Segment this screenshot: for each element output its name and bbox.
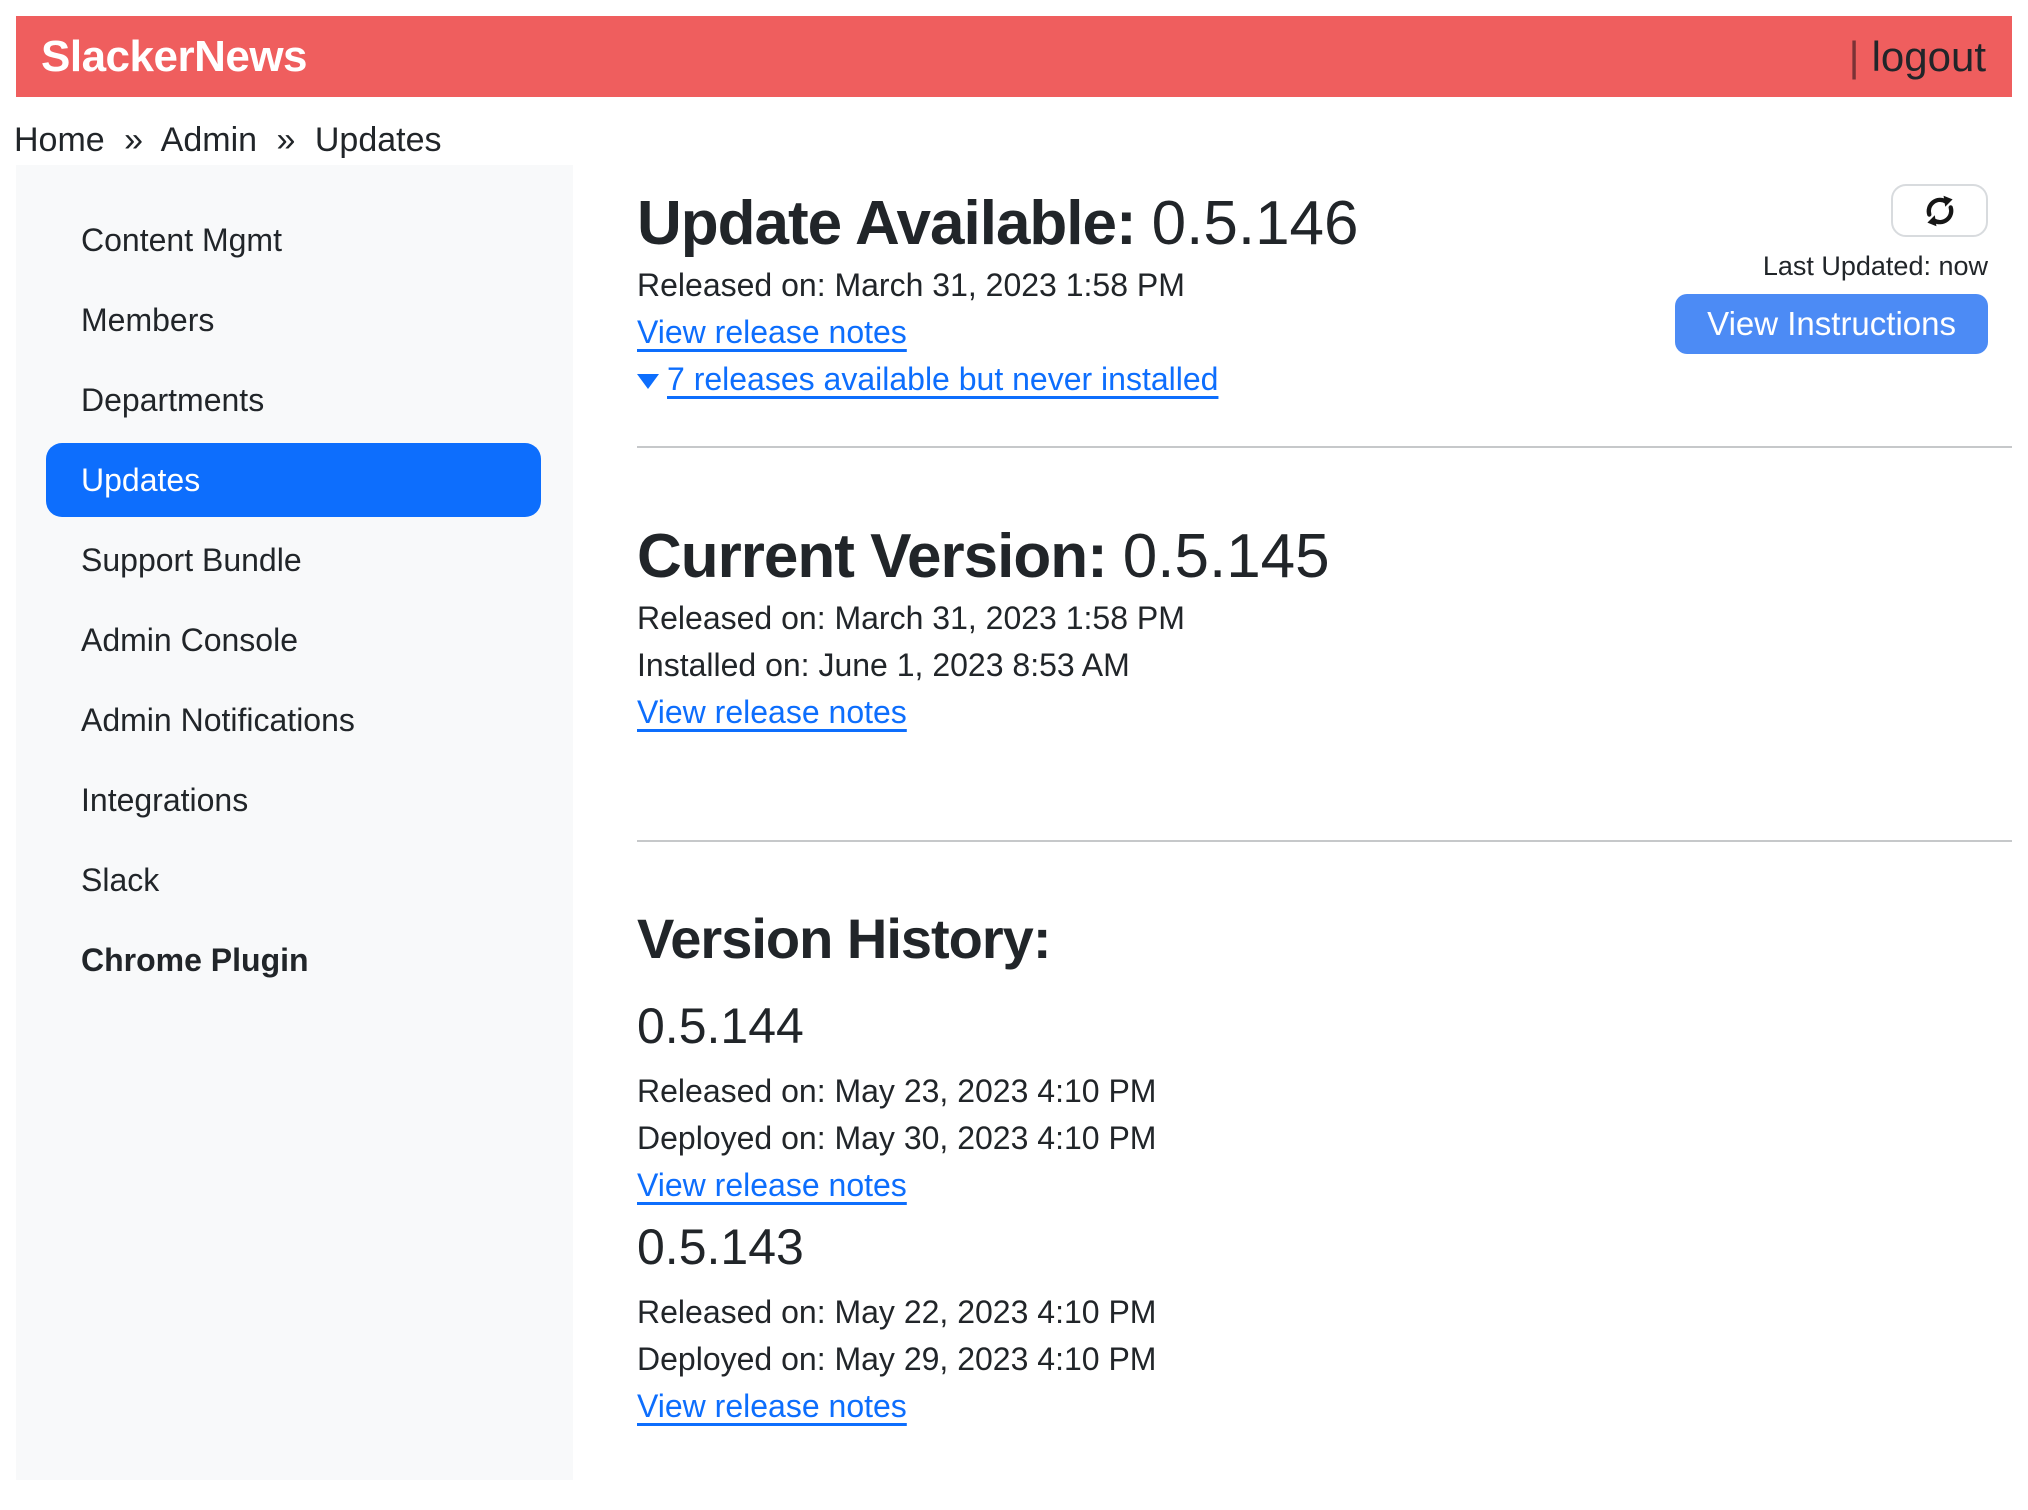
breadcrumb-admin[interactable]: Admin (161, 121, 257, 159)
update-release-notes-link[interactable]: View release notes (637, 309, 907, 356)
sidebar-item-label: Support Bundle (81, 542, 302, 579)
refresh-button[interactable] (1891, 184, 1988, 237)
version-history-entry: 0.5.144 Released on: May 23, 2023 4:10 P… (637, 998, 2012, 1209)
breadcrumb-separator: » (124, 121, 143, 159)
sidebar: Content Mgmt Members Departments Updates… (16, 165, 573, 1480)
sidebar-item-label: Slack (81, 862, 159, 899)
last-updated-text: Last Updated: now (1763, 251, 1988, 282)
current-installed-on: Installed on: June 1, 2023 8:53 AM (637, 642, 2012, 689)
sidebar-item-label: Integrations (81, 782, 248, 819)
current-version-section: Current Version:0.5.145 Released on: Mar… (637, 519, 2012, 736)
content-area: Update Available:0.5.146 Released on: Ma… (573, 165, 2012, 1480)
sidebar-item-departments[interactable]: Departments (16, 360, 573, 440)
current-release-notes-link[interactable]: View release notes (637, 689, 907, 736)
logout-link[interactable]: logout (1872, 33, 1986, 81)
version-history-title: Version History: (637, 904, 2012, 974)
history-deployed-on: Deployed on: May 30, 2023 4:10 PM (637, 1115, 2012, 1162)
sidebar-item-members[interactable]: Members (16, 280, 573, 360)
current-version-number: 0.5.145 (1123, 522, 1330, 591)
sidebar-item-chrome-plugin[interactable]: Chrome Plugin (16, 920, 573, 1000)
refresh-column: Last Updated: now View Instructions (1675, 184, 1988, 354)
breadcrumb-home[interactable]: Home (14, 121, 105, 159)
section-divider (637, 840, 2012, 842)
sidebar-item-admin-notifications[interactable]: Admin Notifications (16, 680, 573, 760)
history-release-notes-link[interactable]: View release notes (637, 1383, 907, 1430)
page: SlackerNews | logout Home » Admin » Upda… (0, 0, 2028, 1510)
current-released-on: Released on: March 31, 2023 1:58 PM (637, 595, 2012, 642)
breadcrumb: Home » Admin » Updates (14, 121, 2012, 160)
sidebar-item-content-mgmt[interactable]: Content Mgmt (16, 200, 573, 280)
current-version-label: Current Version: (637, 522, 1107, 591)
sidebar-item-slack[interactable]: Slack (16, 840, 573, 920)
breadcrumb-updates: Updates (315, 121, 442, 159)
main-layout: Content Mgmt Members Departments Updates… (16, 165, 2012, 1480)
sidebar-item-admin-console[interactable]: Admin Console (16, 600, 573, 680)
update-available-version: 0.5.146 (1152, 189, 1359, 258)
header-pipe-separator: | (1849, 33, 1860, 81)
releases-toggle-row: 7 releases available but never installed (637, 356, 1359, 403)
sidebar-item-support-bundle[interactable]: Support Bundle (16, 520, 573, 600)
app-header: SlackerNews | logout (16, 16, 2012, 97)
breadcrumb-separator: » (276, 121, 295, 159)
version-history-section: Version History: 0.5.144 Released on: Ma… (637, 904, 2012, 1430)
current-version-title: Current Version:0.5.145 (637, 519, 2012, 595)
brand-logo[interactable]: SlackerNews (41, 32, 307, 82)
sidebar-item-label: Content Mgmt (81, 222, 282, 259)
sidebar-item-label: Members (81, 302, 214, 339)
sidebar-item-integrations[interactable]: Integrations (16, 760, 573, 840)
update-released-on: Released on: March 31, 2023 1:58 PM (637, 262, 1359, 309)
version-history-entry: 0.5.143 Released on: May 22, 2023 4:10 P… (637, 1219, 2012, 1430)
logout-area: | logout (1849, 33, 1986, 81)
history-released-on: Released on: May 23, 2023 4:10 PM (637, 1068, 2012, 1115)
releases-toggle-link[interactable]: 7 releases available but never installed (667, 356, 1218, 403)
caret-down-icon (637, 374, 659, 389)
section-divider (637, 446, 2012, 448)
sidebar-item-label: Chrome Plugin (81, 942, 309, 979)
sidebar-item-label: Departments (81, 382, 264, 419)
update-available-title: Update Available:0.5.146 (637, 186, 1359, 262)
history-release-notes-link[interactable]: View release notes (637, 1162, 907, 1209)
view-instructions-button[interactable]: View Instructions (1675, 294, 1988, 354)
history-version-number: 0.5.143 (637, 1219, 2012, 1275)
update-available-label: Update Available: (637, 189, 1136, 258)
sidebar-item-updates[interactable]: Updates (46, 443, 541, 517)
sidebar-item-label: Admin Notifications (81, 702, 355, 739)
sidebar-item-label: Updates (81, 462, 200, 499)
history-version-number: 0.5.144 (637, 998, 2012, 1054)
sidebar-item-label: Admin Console (81, 622, 298, 659)
update-available-section: Update Available:0.5.146 Released on: Ma… (637, 165, 1359, 403)
history-deployed-on: Deployed on: May 29, 2023 4:10 PM (637, 1336, 2012, 1383)
refresh-icon (1921, 192, 1959, 230)
history-released-on: Released on: May 22, 2023 4:10 PM (637, 1289, 2012, 1336)
